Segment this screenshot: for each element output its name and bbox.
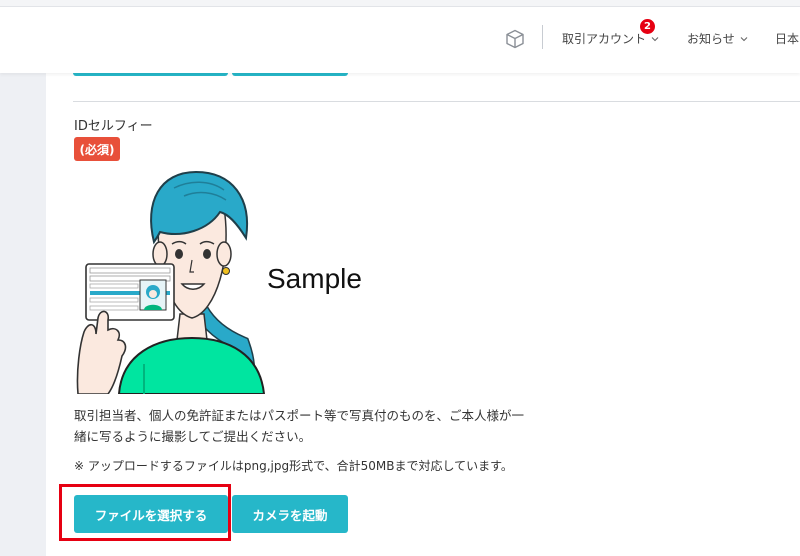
chevron-down-icon xyxy=(651,36,659,41)
section-divider xyxy=(73,101,800,102)
upload-instructions-line: 緒に写るように撮影してご提出ください。 xyxy=(74,429,312,444)
field-label: IDセルフィー xyxy=(74,119,153,134)
notices-menu[interactable]: お知らせ xyxy=(687,30,748,47)
chevron-down-icon xyxy=(740,36,748,41)
upload-instructions: 取引担当者、個人の免許証またはパスポート等で写真付のものを、ご本人様が一 緒に写… xyxy=(74,405,594,447)
language-menu[interactable]: 日本 xyxy=(775,30,799,47)
upload-instructions-line: 取引担当者、個人の免許証またはパスポート等で写真付のものを、ご本人様が一 xyxy=(74,408,525,423)
cube-icon[interactable] xyxy=(505,29,525,49)
notices-menu-label: お知らせ xyxy=(687,32,735,46)
file-format-note: ※ アップロードするファイルはpng,jpg形式で、合計50MBまで対応していま… xyxy=(74,459,513,473)
camera-button[interactable]: カメラを起動 xyxy=(232,495,348,533)
header-separator xyxy=(542,25,543,49)
sample-label: Sample xyxy=(267,263,362,294)
top-header: 取引アカウント 2 お知らせ 日本 xyxy=(0,6,800,73)
left-gutter xyxy=(0,72,46,556)
id-selfie-sample-illustration xyxy=(76,170,266,394)
notification-badge: 2 xyxy=(640,19,655,34)
language-menu-label: 日本 xyxy=(775,32,800,46)
required-badge: (必須) xyxy=(74,137,120,161)
highlight-box xyxy=(59,484,231,541)
account-menu-label: 取引アカウント xyxy=(562,32,647,46)
